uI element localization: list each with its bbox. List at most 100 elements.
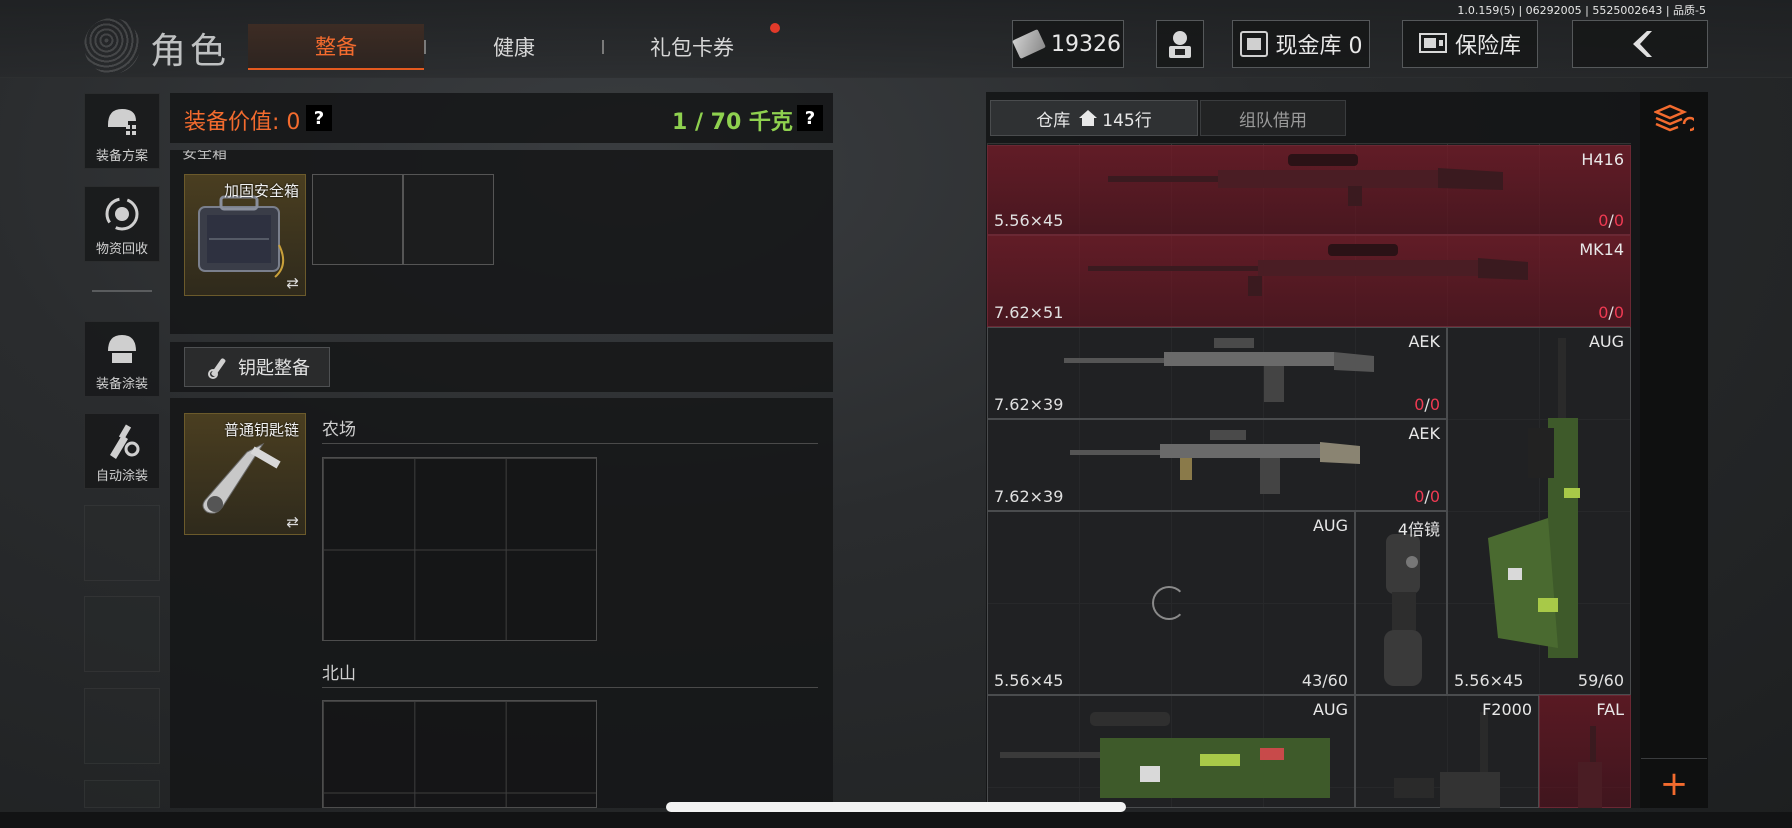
rifle-icon bbox=[1070, 430, 1360, 494]
safe-box-item[interactable]: 加固安全箱 ⇄ bbox=[184, 174, 306, 296]
key-equip-label: 钥匙整备 bbox=[238, 358, 310, 379]
warehouse-side-bar bbox=[1640, 92, 1708, 808]
divider bbox=[322, 687, 818, 688]
cash-icon bbox=[1012, 29, 1046, 59]
tab-team-borrow[interactable]: 组队借用 bbox=[1200, 100, 1346, 136]
sidebar-divider bbox=[92, 290, 152, 292]
sidebar-label: 装备涂装 bbox=[95, 377, 148, 392]
insurance-button[interactable]: 保险库 bbox=[1402, 20, 1538, 68]
location-label: 农场 bbox=[322, 420, 356, 440]
key-chain-item[interactable]: 普通钥匙链 ⇄ bbox=[184, 413, 306, 535]
rifle-icon bbox=[1394, 712, 1500, 808]
location-label: 北山 bbox=[322, 664, 356, 684]
safe-icon bbox=[1418, 33, 1447, 53]
item-caliber: 7.62×39 bbox=[994, 487, 1064, 506]
value-help-button[interactable]: ? bbox=[306, 105, 332, 131]
sidebar-empty-slot bbox=[84, 505, 160, 581]
item-name: AEK bbox=[1408, 332, 1440, 351]
safe-box-title: 安全箱 bbox=[182, 144, 228, 162]
cash-vault-label: 现金库 0 bbox=[1275, 34, 1363, 59]
warehouse-item[interactable]: H416 5.56×45 0/0 bbox=[987, 145, 1631, 235]
warehouse-item[interactable]: AEK 7.62×39 0/0 bbox=[987, 419, 1447, 511]
safe-slot[interactable] bbox=[403, 174, 494, 265]
rifle-icon bbox=[1000, 712, 1330, 798]
warehouse-item[interactable]: 4倍镜 bbox=[1355, 511, 1447, 695]
warehouse-grid: H416 5.56×45 0/0 MK14 7.62×51 0/0 AEK 7.… bbox=[987, 143, 1631, 808]
sidebar-label: 自动涂装 bbox=[95, 469, 148, 484]
warehouse-item[interactable]: AUG 5.56×45 59/60 bbox=[1447, 327, 1631, 695]
key-chain-icon bbox=[202, 442, 281, 514]
cash-vault-button[interactable]: 现金库 0 bbox=[1232, 20, 1370, 68]
sidebar-equipment-plan[interactable]: 装备方案 bbox=[84, 93, 160, 169]
tab-warehouse[interactable]: 仓库 145行 bbox=[990, 100, 1198, 136]
item-name: AUG bbox=[1312, 516, 1348, 535]
sidebar-equipment-paint[interactable]: 装备涂装 bbox=[84, 321, 160, 397]
item-name: MK14 bbox=[1579, 240, 1624, 259]
recycle-icon bbox=[102, 194, 142, 234]
warehouse-item[interactable]: F2000 bbox=[1355, 695, 1539, 808]
rifle-icon bbox=[1108, 154, 1503, 206]
item-ammo: 0/0 bbox=[1414, 487, 1440, 506]
item-name: FAL bbox=[1596, 700, 1624, 719]
key-grid-farm[interactable] bbox=[322, 457, 597, 641]
tab-count: 145行 bbox=[1102, 110, 1152, 131]
warehouse-item[interactable]: AEK 7.62×39 0/0 bbox=[987, 327, 1447, 419]
agent-id-icon bbox=[1169, 31, 1191, 58]
sidebar-recycle[interactable]: 物资回收 bbox=[84, 186, 160, 262]
sidebar-label: 装备方案 bbox=[95, 149, 148, 164]
insurance-label: 保险库 bbox=[1454, 34, 1521, 59]
layers-refresh-icon[interactable] bbox=[1654, 102, 1694, 136]
home-icon bbox=[1079, 110, 1098, 126]
loading-spinner-icon bbox=[1152, 586, 1186, 620]
item-caliber: 7.62×39 bbox=[994, 395, 1064, 414]
back-button[interactable] bbox=[1572, 20, 1708, 68]
scope-icon bbox=[1384, 534, 1422, 686]
swap-icon[interactable]: ⇄ bbox=[286, 513, 299, 531]
weight-help-button[interactable]: ? bbox=[797, 105, 823, 131]
tab-equipment[interactable]: 整备 bbox=[248, 24, 424, 70]
item-ammo: 0/0 bbox=[1598, 211, 1624, 230]
rifle-icon bbox=[1088, 244, 1528, 296]
key-equip-button[interactable]: 钥匙整备 bbox=[184, 347, 330, 387]
item-label: 普通钥匙链 bbox=[223, 421, 299, 439]
version-text: 1.0.159(5) | 06292005 | 5525002643 | 品质-… bbox=[1457, 4, 1706, 17]
rifle-icon bbox=[1488, 338, 1580, 658]
item-ammo: 0/0 bbox=[1598, 303, 1624, 322]
weight-display: 1 / 70 千克 bbox=[672, 110, 793, 135]
equipment-value: 装备价值: 0 bbox=[184, 110, 301, 135]
warehouse-item[interactable]: FAL bbox=[1539, 695, 1631, 808]
warehouse-item[interactable]: AUG bbox=[987, 695, 1355, 808]
tab-health[interactable]: 健康 bbox=[426, 24, 602, 70]
rifle-icon bbox=[1578, 726, 1602, 808]
notification-badge bbox=[770, 23, 780, 33]
key-grid-north-mountain[interactable] bbox=[322, 700, 597, 808]
item-name: F2000 bbox=[1482, 700, 1532, 719]
globe-logo-icon bbox=[84, 18, 140, 74]
item-caliber: 5.56×45 bbox=[1454, 671, 1524, 690]
currency-amount: 19326 bbox=[1051, 31, 1121, 57]
home-indicator[interactable] bbox=[666, 802, 1126, 812]
item-ammo: 0/0 bbox=[1414, 395, 1440, 414]
bottom-strip bbox=[0, 812, 1792, 828]
item-ammo: 59/60 bbox=[1577, 671, 1624, 690]
item-caliber: 5.56×45 bbox=[994, 671, 1064, 690]
item-name: H416 bbox=[1581, 150, 1624, 169]
page-title: 角色 bbox=[150, 31, 231, 72]
item-caliber: 5.56×45 bbox=[994, 211, 1064, 230]
item-caliber: 7.62×51 bbox=[994, 303, 1064, 322]
tab-gift-coupons[interactable]: 礼包卡券 bbox=[604, 24, 780, 70]
item-name: AEK bbox=[1408, 424, 1440, 443]
add-button[interactable]: + bbox=[1641, 758, 1707, 808]
sidebar-auto-paint[interactable]: 自动涂装 bbox=[84, 413, 160, 489]
key-icon bbox=[208, 358, 226, 379]
profile-button[interactable] bbox=[1156, 20, 1204, 68]
item-ammo: 43/60 bbox=[1301, 671, 1348, 690]
safe-case-icon bbox=[198, 195, 285, 278]
tab-label: 仓库 bbox=[1036, 110, 1071, 131]
sidebar-empty-slot bbox=[84, 688, 160, 764]
safe-slot[interactable] bbox=[312, 174, 403, 265]
currency-display[interactable]: 19326 bbox=[1012, 20, 1124, 68]
warehouse-item[interactable]: MK14 7.62×51 0/0 bbox=[987, 235, 1631, 327]
swap-icon[interactable]: ⇄ bbox=[286, 274, 299, 292]
rifle-icon bbox=[1064, 338, 1374, 402]
